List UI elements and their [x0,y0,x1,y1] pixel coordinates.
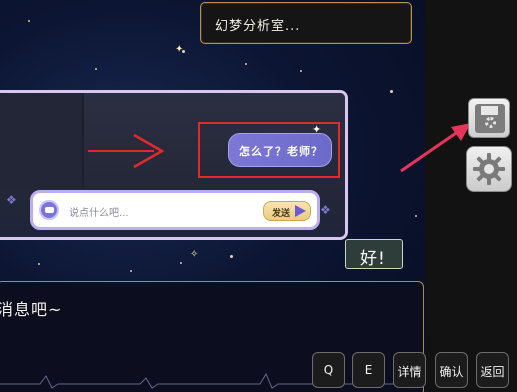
gear-icon [485,117,496,128]
red-arrow-icon [133,133,165,169]
q-button-label: Q [323,363,334,377]
e-button-label: E [364,363,373,377]
star [38,263,40,265]
e-button[interactable]: E [352,352,385,388]
star [300,70,302,72]
sparkle-icon: ✧ [190,249,199,260]
sparkle-icon: ✦ [175,44,184,55]
confirm-button-label: 确认 [439,365,464,379]
game-scene: ✦ ✧ 怎么了？老师？ ✦ ❖ ❖ 说点什么吧... 发送 幻梦分析室... 好… [0,0,425,392]
chat-input-field[interactable]: 说点什么吧... [69,204,249,219]
star [390,90,393,93]
highlight-box [198,122,340,178]
star [130,270,132,272]
chat-left-pane [0,93,82,188]
save-button[interactable] [468,98,510,138]
paper-plane-icon [295,205,306,217]
top-message-bubble: 幻梦分析室... [200,2,412,44]
send-button-label: 发送 [272,209,291,219]
details-button[interactable]: 详情 [393,352,426,388]
paw-icon: ❖ [320,203,331,217]
dialogue-text: 消息吧~ [0,300,63,319]
star [245,63,247,65]
right-panel [425,0,517,392]
floppy-disk-icon [475,104,505,133]
reply-bubble-text: 好! [360,249,386,269]
reply-bubble[interactable]: 好! [345,239,403,269]
confirm-button[interactable]: 确认 [435,352,468,388]
settings-button[interactable] [466,146,512,192]
pink-arrow-icon [400,123,471,173]
q-button[interactable]: Q [312,352,345,388]
star [180,262,182,264]
chat-divider [82,93,84,188]
gear-icon [473,153,505,185]
star [95,68,97,70]
back-button-label: 返回 [480,365,505,379]
avatar-icon [39,200,59,220]
star [230,255,233,258]
details-button-label: 详情 [397,365,422,379]
chat-input-bar: 说点什么吧... 发送 [30,190,320,230]
send-button[interactable]: 发送 [263,201,311,221]
paw-icon: ❖ [6,193,17,207]
star [28,20,30,22]
star [415,215,417,217]
back-button[interactable]: 返回 [476,352,509,388]
top-message-text: 幻梦分析室... [215,19,301,34]
